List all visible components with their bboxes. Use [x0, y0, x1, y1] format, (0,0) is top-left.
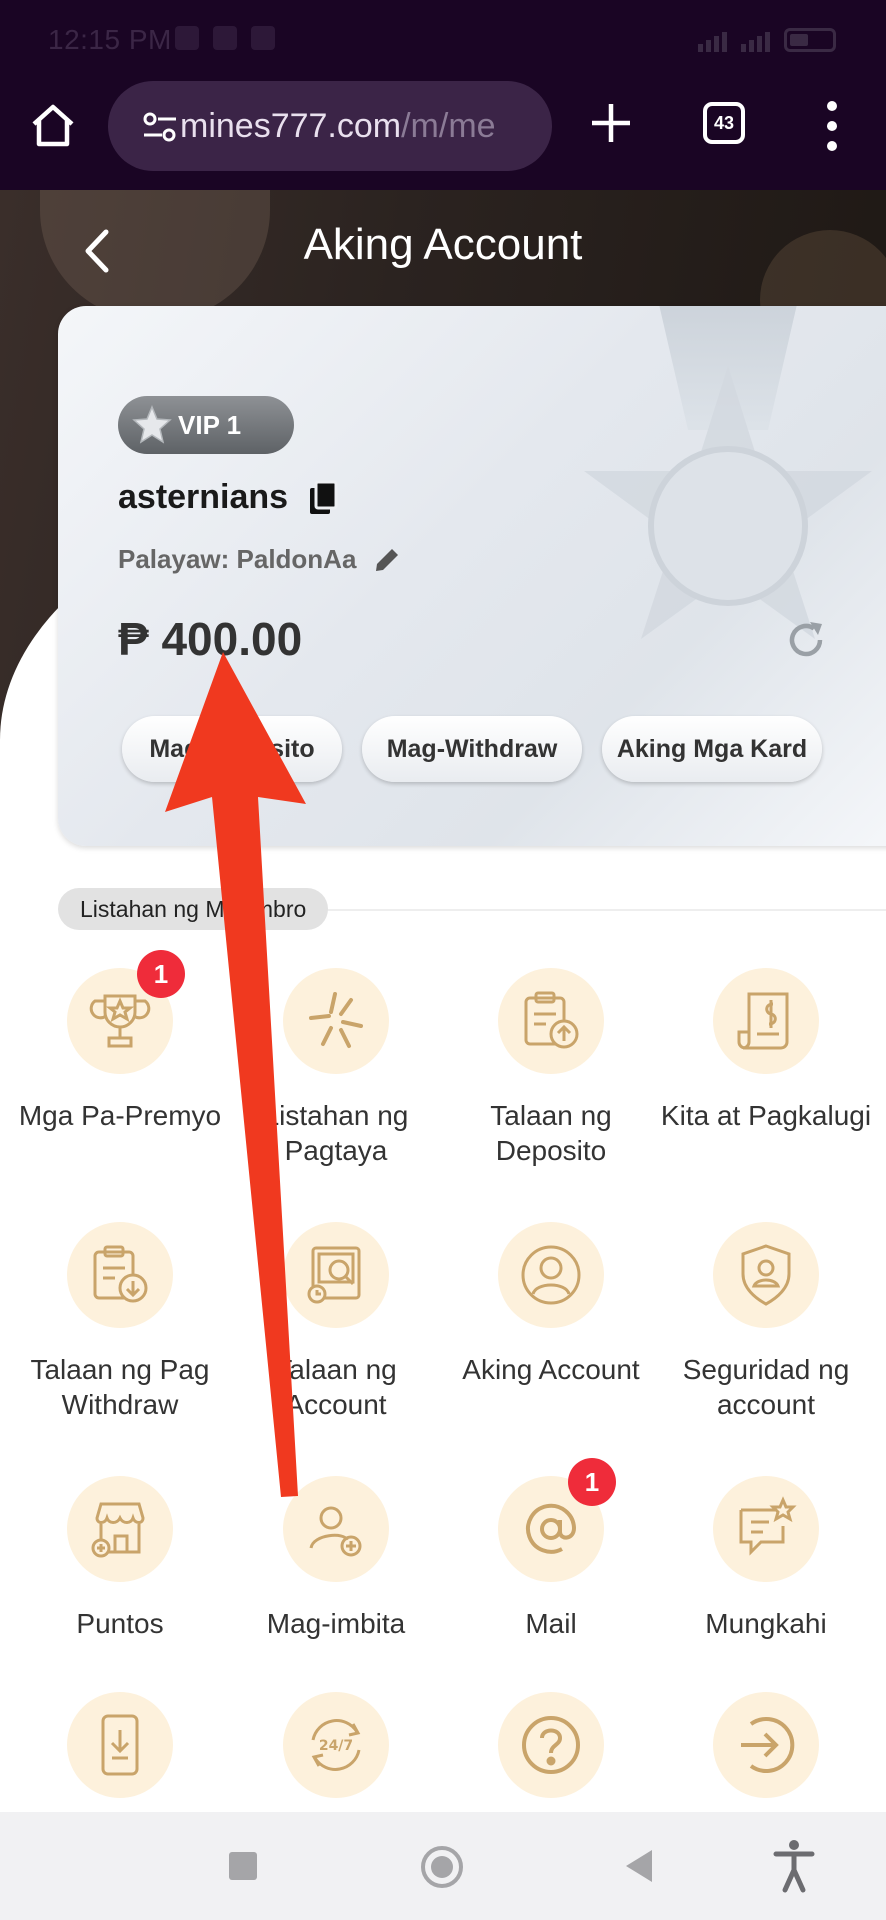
- profit-loss-icon: [737, 992, 789, 1050]
- notification-badge: 1: [137, 950, 185, 998]
- menu-item-label: Mungkahi: [705, 1608, 827, 1639]
- menu-item-logout[interactable]: [658, 1692, 874, 1798]
- address-bar[interactable]: mines777.com/m/me: [108, 81, 552, 171]
- deposit-record-icon: [524, 991, 579, 1049]
- section-divider: [320, 909, 886, 911]
- account-record-icon: [307, 1246, 361, 1304]
- menu-item-bet-list[interactable]: Listahan ng Pagtaya: [228, 968, 444, 1168]
- menu-item-label: Kita at Pagkalugi: [660, 1100, 872, 1131]
- menu-item-label: Seguridad ng account: [682, 1354, 850, 1420]
- new-tab-icon[interactable]: [588, 100, 634, 146]
- menu-item-profit-loss[interactable]: Kita at Pagkalugi: [658, 968, 874, 1133]
- vip-level: VIP 1: [178, 409, 242, 440]
- nickname-row: Palayaw: PaldonAa: [118, 544, 402, 575]
- logout-icon: [741, 1717, 795, 1773]
- menu-item-points[interactable]: Puntos: [12, 1476, 228, 1641]
- vip-medal-icon: [132, 405, 172, 444]
- menu-item-rewards[interactable]: 1 Mga Pa-Premyo: [12, 950, 228, 1133]
- edit-pencil-icon[interactable]: [372, 545, 402, 575]
- accessibility-icon[interactable]: [772, 1838, 816, 1894]
- notification-icons: [175, 26, 275, 50]
- menu-item-invite[interactable]: Mag-imbita: [228, 1476, 444, 1641]
- menu-item-label: Mag-imbita: [266, 1608, 406, 1639]
- back-nav-icon[interactable]: [626, 1850, 652, 1882]
- signal-icon: [698, 32, 727, 52]
- username-row: asternians: [118, 478, 340, 517]
- status-bar: 12:15 PM: [0, 0, 886, 78]
- notification-badge: 1: [568, 1458, 616, 1506]
- svg-text:24/7: 24/7: [319, 1738, 353, 1754]
- home-nav-icon[interactable]: [421, 1846, 463, 1888]
- menu-item-account-record[interactable]: Talaan ng Account: [228, 1222, 444, 1422]
- menu-item-label: Talaan ng Deposito: [490, 1100, 612, 1166]
- balance-amount: ₱ 400.00: [118, 613, 303, 665]
- menu-item-help[interactable]: [443, 1692, 659, 1798]
- recent-apps-icon[interactable]: [229, 1852, 257, 1880]
- page-title: Aking Account: [303, 220, 583, 269]
- url-text[interactable]: mines777.com/m/me: [180, 107, 540, 146]
- menu-item-label: Mga Pa-Premyo: [18, 1100, 222, 1131]
- deposit-button[interactable]: Mag-Deposito: [122, 716, 342, 782]
- site-settings-icon[interactable]: [142, 111, 178, 143]
- menu-item-feedback[interactable]: Mungkahi: [658, 1476, 874, 1641]
- nickname: Palayaw: PaldonAa: [118, 544, 357, 574]
- menu-item-label: Listahan ng Pagtaya: [263, 1100, 409, 1166]
- signal-icon: [741, 32, 770, 52]
- shield-user-icon: [741, 1244, 791, 1306]
- username: asternians: [118, 478, 289, 516]
- account-card: VIP 1 asternians Palayaw: PaldonAa ₱ 400…: [58, 306, 886, 846]
- user-icon: [521, 1245, 581, 1305]
- trophy-icon: [89, 994, 151, 1048]
- menu-item-label: Talaan ng Account: [275, 1354, 397, 1420]
- battery-icon: [784, 28, 836, 52]
- withdraw-button[interactable]: Mag-Withdraw: [362, 716, 582, 782]
- menu-item-mail[interactable]: 1 Mail: [443, 1458, 659, 1641]
- menu-item-support-24-7[interactable]: 24/7: [228, 1692, 444, 1798]
- withdraw-record-icon: [93, 1245, 148, 1303]
- system-navigation-bar: [0, 1812, 886, 1920]
- section-title: Listahan ng Miyembro: [58, 888, 329, 930]
- support-24-7-icon: 24/7: [311, 1719, 361, 1771]
- download-app-icon: [101, 1714, 139, 1776]
- browser-toolbar: mines777.com/m/me 43: [0, 78, 886, 190]
- copy-icon[interactable]: [308, 480, 340, 516]
- menu-item-deposit-record[interactable]: Talaan ng Deposito: [443, 968, 659, 1168]
- more-menu-icon[interactable]: [820, 98, 844, 154]
- bet-list-icon: [309, 992, 363, 1048]
- store-icon: [91, 1502, 145, 1558]
- menu-item-label: Mail: [525, 1608, 577, 1639]
- invite-user-icon: [309, 1506, 362, 1557]
- menu-item-label: Aking Account: [462, 1354, 640, 1385]
- tab-switcher-button[interactable]: 43: [703, 102, 745, 144]
- system-icons: [698, 28, 836, 52]
- medal-disc-decoration: [648, 446, 808, 606]
- menu-item-my-account[interactable]: Aking Account: [443, 1222, 659, 1387]
- menu-item-label: Puntos: [76, 1608, 164, 1639]
- menu-item-withdraw-record[interactable]: Talaan ng Pag Withdraw: [12, 1222, 228, 1422]
- help-icon: [522, 1716, 580, 1774]
- menu-item-download-app[interactable]: [12, 1692, 228, 1798]
- menu-item-account-security[interactable]: Seguridad ng account: [658, 1222, 874, 1422]
- feedback-icon: [739, 1496, 797, 1556]
- home-icon[interactable]: [28, 100, 78, 150]
- status-time: 12:15 PM: [48, 24, 172, 55]
- vip-badge: VIP 1: [118, 396, 294, 454]
- menu-item-label: Talaan ng Pag Withdraw: [30, 1354, 210, 1420]
- refresh-icon[interactable]: [784, 618, 828, 662]
- mail-icon: [526, 1503, 577, 1554]
- my-cards-button[interactable]: Aking Mga Kard: [602, 716, 822, 782]
